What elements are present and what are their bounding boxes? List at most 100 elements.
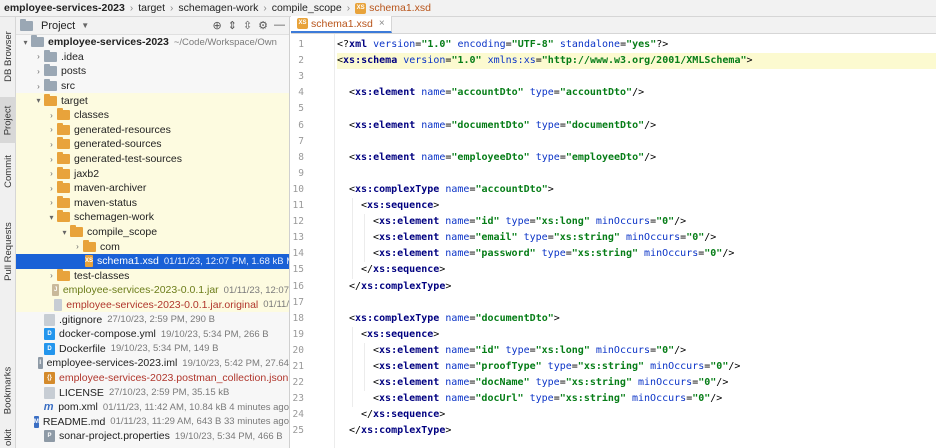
tree-row[interactable]: ▾ schemagen-work	[16, 210, 289, 225]
gear-icon[interactable]: ⚙	[258, 19, 268, 32]
tree-row[interactable]: › test-classes	[16, 268, 289, 284]
tree-row[interactable]: ▾ compile_scope	[16, 224, 289, 240]
tree-item-label: jaxb2	[74, 167, 100, 180]
tree-row[interactable]: ▾ target	[16, 93, 289, 108]
tree-item-label: generated-sources	[74, 138, 162, 151]
chevron-down-icon[interactable]: ▾	[59, 228, 70, 237]
chevron-right-icon[interactable]: ›	[46, 184, 57, 193]
tree-row[interactable]: {} employee-services-2023.postman_collect…	[16, 371, 289, 386]
code-line[interactable]: <xs:element name="proofType" type="xs:st…	[337, 359, 740, 375]
expand-all-icon[interactable]: ⇕	[228, 19, 237, 32]
tree-row[interactable]: Ddocker-compose.yml 19/10/23, 5:34 PM, 26…	[16, 327, 289, 342]
pull-requests-tab[interactable]: Pull Requests	[0, 213, 16, 289]
code-line[interactable]: </xs:complexType>	[337, 423, 451, 439]
code-area[interactable]: 1 2 3 4 5 6 7 8 9 10 11 12 13 14 15 16 17 18 19 20 21 22 23 24 2…	[291, 34, 936, 448]
toolkit-tab[interactable]: olkit	[0, 427, 16, 447]
tree-item-label: .idea	[61, 50, 84, 63]
chevron-right-icon[interactable]: ›	[46, 125, 57, 134]
tree-row[interactable]: ▾ employee-services-2023 ~/Code/Workspace/…	[16, 35, 289, 50]
chevron-right-icon[interactable]: ›	[33, 67, 44, 76]
chevron-right-icon[interactable]: ›	[46, 271, 57, 280]
tree-item-label: schema1.xsd	[97, 255, 159, 268]
chevron-down-icon[interactable]: ▾	[33, 96, 44, 105]
code-line[interactable]: <?xml version="1.0" encoding="UTF-8" sta…	[337, 37, 668, 53]
locate-icon[interactable]: ⊕	[212, 19, 221, 32]
code-token: name	[445, 312, 470, 324]
tree-row[interactable]: › maven-status	[16, 195, 289, 211]
code-line[interactable]: </xs:complexType>	[337, 279, 451, 295]
code-token: "accountDto"	[559, 87, 633, 99]
chevron-right-icon[interactable]: ›	[33, 82, 44, 91]
code-token: name	[445, 248, 470, 260]
tree-row[interactable]: › generated-resources	[16, 122, 289, 138]
code-line[interactable]: <xs:element name="password" type="xs:str…	[337, 246, 734, 262]
bookmarks-tab[interactable]: Bookmarks	[0, 363, 16, 417]
tree-row[interactable]: D Dockerfile 19/10/23, 5:34 PM, 149 B	[16, 341, 289, 356]
tree-row[interactable]: › .idea	[16, 49, 289, 65]
code-line[interactable]: <xs:complexType name="documentDto">	[337, 311, 560, 327]
tree-item-label: target	[61, 94, 88, 107]
tree-row[interactable]: › src	[16, 79, 289, 94]
tree-row[interactable]: M README.md 01/11/23, 11:29 AM, 643 B 33 m…	[16, 414, 289, 429]
tree-row[interactable]: › posts	[16, 64, 289, 79]
tree-row[interactable]: › classes	[16, 107, 289, 123]
chevron-right-icon[interactable]: ›	[46, 140, 57, 149]
close-icon[interactable]: ×	[379, 18, 385, 29]
tree-row[interactable]: m pom.xml 01/11/23, 11:42 AM, 10.84 kB 4 m…	[16, 400, 289, 415]
tree-row[interactable]: XS schema1.xsd 01/11/23, 12:07 PM, 1.68 kB…	[16, 253, 289, 269]
tree-row[interactable]: Jemployee-services-2023-0.0.1.jar 01/11/2…	[16, 283, 289, 298]
breadcrumb-target[interactable]: target	[138, 2, 165, 14]
tab-schema1-xsd[interactable]: XS schema1.xsd ×	[291, 16, 392, 33]
code-line[interactable]: <xs:element name="employeeDto" type="emp…	[337, 150, 656, 166]
code-line[interactable]: <xs:schema version="1.0" xmlns:xs="http:…	[337, 53, 936, 70]
code-line[interactable]: <xs:element name="accountDto" type="acco…	[337, 85, 644, 101]
tree-row[interactable]: .gitignore 27/10/23, 2:59 PM, 290 B	[16, 312, 289, 327]
project-tab[interactable]: Project	[0, 97, 16, 143]
code-line[interactable]: <xs:complexType name="accountDto">	[337, 182, 554, 198]
code-line[interactable]: <xs:element name="documentDto" type="doc…	[337, 118, 656, 134]
code-token: type	[541, 248, 566, 260]
code-token: >	[439, 264, 446, 276]
chevron-down-icon[interactable]: ▼	[81, 21, 89, 30]
tree-row[interactable]: › maven-archiver	[16, 180, 289, 196]
tree-row[interactable]: Iemployee-services-2023.iml 19/10/23, 5:4…	[16, 356, 289, 371]
tree-row[interactable]: › com	[16, 239, 289, 254]
chevron-right-icon[interactable]: ›	[46, 155, 57, 164]
tree-row[interactable]: LICENSE 27/10/23, 2:59 PM, 35.15 kB	[16, 385, 289, 400]
db-browser-tab[interactable]: DB Browser	[0, 19, 16, 93]
tree-row[interactable]: employee-services-2023-0.0.1.jar.origina…	[16, 297, 289, 313]
file-icon	[44, 313, 55, 326]
breadcrumb-compile-scope[interactable]: compile_scope	[272, 2, 342, 14]
tree-item-meta: 19/10/23, 5:42 PM, 27.64	[182, 357, 289, 369]
tree-row[interactable]: Psonar-project.properties 19/10/23, 5:34 …	[16, 429, 289, 444]
breadcrumb-file[interactable]: schema1.xsd	[369, 2, 431, 14]
code-line[interactable]: <xs:element name="email" type="xs:string…	[337, 230, 716, 246]
chevron-right-icon[interactable]: ›	[46, 169, 57, 178]
minimize-icon[interactable]: —	[274, 19, 285, 32]
code-token: />	[644, 119, 657, 131]
tree-row[interactable]: › generated-sources	[16, 137, 289, 152]
chevron-right-icon[interactable]: ›	[46, 111, 57, 120]
code-token: >	[433, 328, 440, 340]
code-line[interactable]: <xs:element name="docName" type="xs:stri…	[337, 375, 728, 391]
tree-row[interactable]: › jaxb2	[16, 166, 289, 181]
code-line[interactable]: <xs:element name="docUrl" type="xs:strin…	[337, 391, 722, 407]
chevron-right-icon[interactable]: ›	[46, 198, 57, 207]
code-line[interactable]: </xs:sequence>	[337, 262, 445, 278]
folder-icon	[44, 64, 57, 77]
collapse-all-icon[interactable]: ⇳	[243, 19, 252, 32]
breadcrumb-project[interactable]: employee-services-2023	[4, 2, 125, 14]
chevron-down-icon[interactable]: ▾	[20, 38, 31, 47]
chevron-right-icon[interactable]: ›	[33, 52, 44, 61]
line-number: 25	[292, 425, 304, 437]
chevron-down-icon[interactable]: ▾	[46, 213, 57, 222]
commit-tab[interactable]: Commit	[0, 149, 16, 193]
code-line[interactable]: <xs:element name="id" type="xs:long" min…	[337, 343, 686, 359]
line-number: 18	[292, 312, 304, 324]
tree-row[interactable]: › generated-test-sources	[16, 151, 289, 167]
chevron-right-icon[interactable]: ›	[72, 242, 83, 251]
code-line[interactable]: </xs:sequence>	[337, 407, 445, 423]
code-line[interactable]: <xs:element name="id" type="xs:long" min…	[337, 214, 686, 230]
code-token: xml	[349, 39, 368, 50]
breadcrumb-schemagen-work[interactable]: schemagen-work	[178, 2, 258, 14]
